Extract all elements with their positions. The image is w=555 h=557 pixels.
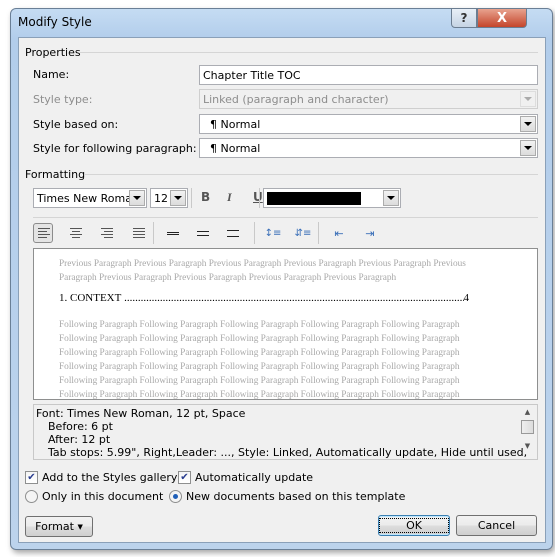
bold-button[interactable]: B: [201, 190, 210, 204]
scroll-up-icon[interactable]: ▲: [519, 406, 536, 418]
format-button[interactable]: Format ▼: [25, 516, 93, 537]
toc-entry-text: 1. CONTEXT: [59, 292, 122, 304]
chevron-down-icon: [133, 196, 141, 200]
increase-indent-icon[interactable]: ⇥: [360, 223, 380, 243]
auto-update-label[interactable]: Automatically update: [195, 471, 313, 484]
ok-label: OK: [379, 518, 449, 533]
dropdown-button[interactable]: [520, 116, 536, 132]
font-value: Times New Roman: [37, 192, 139, 205]
scroll-down-icon[interactable]: ▼: [519, 440, 536, 453]
double-spacing-button[interactable]: [223, 223, 243, 243]
dropdown-button[interactable]: [170, 190, 186, 206]
properties-group-label: Properties: [25, 46, 81, 59]
chevron-down-icon: [524, 122, 532, 126]
add-to-gallery-label[interactable]: Add to the Styles gallery: [42, 471, 177, 484]
underline-button[interactable]: U: [253, 190, 263, 204]
scroll-thumb[interactable]: [521, 420, 534, 434]
single-spacing-button[interactable]: [163, 223, 183, 243]
justify-button[interactable]: [129, 223, 149, 243]
formatting-group-label: Formatting: [25, 168, 86, 181]
divider: [85, 174, 538, 175]
dialog-title: Modify Style: [18, 15, 92, 29]
align-center-button[interactable]: [66, 223, 86, 243]
chevron-down-icon: [524, 146, 532, 150]
cancel-button[interactable]: Cancel: [456, 515, 537, 536]
close-icon: X: [496, 10, 508, 26]
auto-update-checkbox[interactable]: ✔: [178, 471, 191, 484]
help-icon: ?: [460, 11, 468, 25]
caret-down-icon: ▼: [77, 522, 83, 531]
name-input[interactable]: Chapter Title TOC: [199, 65, 538, 85]
following-paragraph-text: Following Paragraph Following Paragraph …: [59, 320, 460, 400]
dropdown-button[interactable]: [129, 190, 145, 206]
divider: [318, 222, 319, 244]
divider: [254, 222, 255, 244]
ok-button[interactable]: OK: [378, 515, 450, 536]
increase-paragraph-spacing-icon[interactable]: ↕≡: [263, 223, 283, 243]
font-select[interactable]: Times New Roman: [33, 188, 147, 208]
font-size-value: 12: [154, 192, 168, 205]
new-documents-label[interactable]: New documents based on this template: [186, 490, 405, 503]
based-on-value: Normal: [220, 118, 261, 131]
close-button[interactable]: X: [477, 8, 527, 28]
italic-button[interactable]: I: [227, 190, 232, 205]
based-on-select[interactable]: ¶ Normal: [199, 114, 538, 134]
cancel-label: Cancel: [477, 519, 516, 532]
name-value: Chapter Title TOC: [203, 69, 301, 82]
add-to-gallery-checkbox[interactable]: ✔: [25, 471, 38, 484]
name-label: Name:: [33, 68, 70, 81]
toc-page-number: 4: [463, 292, 470, 304]
style-preview: Previous Paragraph Previous Paragraph Pr…: [33, 248, 538, 400]
decrease-paragraph-spacing-icon[interactable]: ⇵≡: [293, 223, 313, 243]
chevron-down-icon: [524, 97, 532, 101]
divider: [153, 222, 154, 244]
based-on-label: Style based on:: [33, 118, 119, 131]
align-right-button[interactable]: [97, 223, 117, 243]
style-type-select: Linked (paragraph and character): [199, 89, 538, 109]
paragraph-mark-icon: ¶: [210, 118, 217, 131]
dropdown-button[interactable]: [520, 140, 536, 156]
chevron-down-icon: [174, 196, 182, 200]
align-left-button[interactable]: [33, 223, 53, 243]
following-value: Normal: [220, 142, 261, 155]
help-button[interactable]: ?: [451, 8, 477, 28]
divider: [80, 52, 538, 53]
only-this-document-radio[interactable]: [25, 490, 38, 503]
dropdown-button: [520, 91, 536, 107]
one-half-spacing-button[interactable]: [193, 223, 213, 243]
format-label: Format: [35, 520, 74, 533]
description-scrollbar[interactable]: ▲ ▼: [519, 406, 536, 458]
style-type-label: Style type:: [33, 93, 93, 106]
dropdown-button[interactable]: [383, 190, 399, 206]
previous-paragraph-text: Previous Paragraph Previous Paragraph Pr…: [59, 259, 466, 283]
decrease-indent-icon[interactable]: ⇤: [329, 223, 349, 243]
divider: [33, 217, 538, 218]
divider: [191, 188, 192, 208]
toc-leader: ........................................…: [124, 292, 463, 304]
following-label: Style for following paragraph:: [33, 142, 197, 155]
color-swatch: [267, 192, 361, 205]
only-this-document-label[interactable]: Only in this document: [42, 490, 163, 503]
chevron-down-icon: [387, 196, 395, 200]
new-documents-radio[interactable]: [169, 490, 182, 503]
paragraph-mark-icon: ¶: [210, 142, 217, 155]
font-size-select[interactable]: 12: [150, 188, 188, 208]
style-type-value: Linked (paragraph and character): [203, 93, 389, 106]
following-select[interactable]: ¶ Normal: [199, 138, 538, 158]
style-description: Font: Times New Roman, 12 pt, Space Befo…: [33, 404, 538, 460]
font-color-select[interactable]: [263, 188, 401, 208]
toc-entry-preview: 1. CONTEXT .............................…: [59, 292, 469, 304]
divider: [259, 188, 260, 208]
